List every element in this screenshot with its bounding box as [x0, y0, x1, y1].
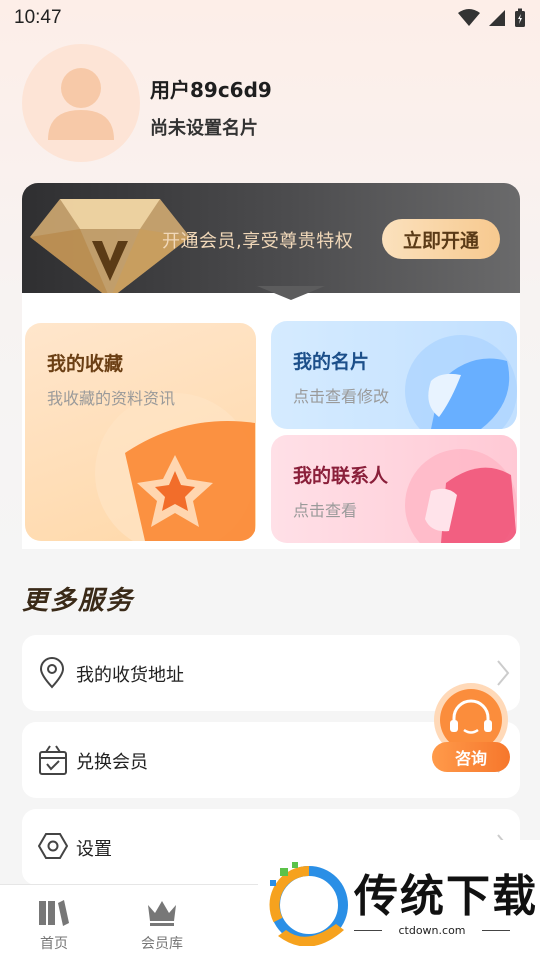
contacts-subtitle: 点击查看: [293, 501, 358, 520]
consult-button[interactable]: 咨询: [432, 742, 510, 772]
avatar[interactable]: [22, 44, 140, 162]
watermark: 传统下载 ctdown.com: [258, 840, 540, 960]
signal-icon: [489, 10, 505, 26]
status-bar: 10:47: [0, 0, 540, 36]
business-card-subtitle: 点击查看修改: [293, 387, 390, 406]
list-label-redeem-vip: 兑换会员: [76, 752, 148, 773]
watermark-url: ctdown.com: [382, 924, 482, 937]
tab-label-vip-library: 会员库: [141, 936, 183, 952]
location-pin-icon: [39, 657, 65, 689]
business-card-title: 我的名片: [293, 351, 370, 373]
vip-notch: [257, 286, 325, 300]
books-icon: [39, 900, 69, 926]
list-label-settings: 设置: [76, 839, 112, 860]
business-card-card[interactable]: 我的名片 点击查看修改: [271, 321, 517, 429]
list-label-address: 我的收货地址: [76, 665, 184, 686]
settings-hexagon-icon: [38, 833, 68, 859]
profile-subtitle[interactable]: 尚未设置名片: [150, 114, 258, 140]
open-vip-button[interactable]: 立即开通: [382, 219, 500, 259]
default-user-icon: [48, 68, 114, 140]
tab-label-home: 首页: [40, 936, 68, 952]
contacts-card[interactable]: 我的联系人 点击查看: [271, 435, 517, 543]
contact-decoration-icon: [405, 449, 517, 543]
more-services-title: 更多服务: [22, 586, 135, 616]
watermark-brand: 传统下载: [354, 871, 538, 922]
card-decoration-icon: [405, 335, 517, 429]
watermark-logo-icon: [269, 862, 348, 946]
tab-home[interactable]: 首页: [0, 885, 108, 960]
status-time: 10:47: [14, 7, 62, 28]
crown-icon: [148, 901, 176, 926]
favorites-title: 我的收藏: [47, 353, 124, 375]
user-name[interactable]: 用户89c6d9: [150, 74, 272, 103]
wifi-icon: [458, 9, 480, 26]
vip-promo-text: 开通会员,享受尊贵特权: [162, 231, 354, 252]
favorites-card[interactable]: 我的收藏 我收藏的资料资讯: [25, 323, 256, 541]
battery-icon: [515, 8, 525, 27]
contacts-title: 我的联系人: [293, 465, 389, 487]
favorites-subtitle: 我收藏的资料资讯: [47, 389, 176, 408]
tab-vip-library[interactable]: 会员库: [108, 885, 216, 960]
status-icons: [458, 8, 526, 28]
gift-box-icon: [39, 745, 67, 775]
